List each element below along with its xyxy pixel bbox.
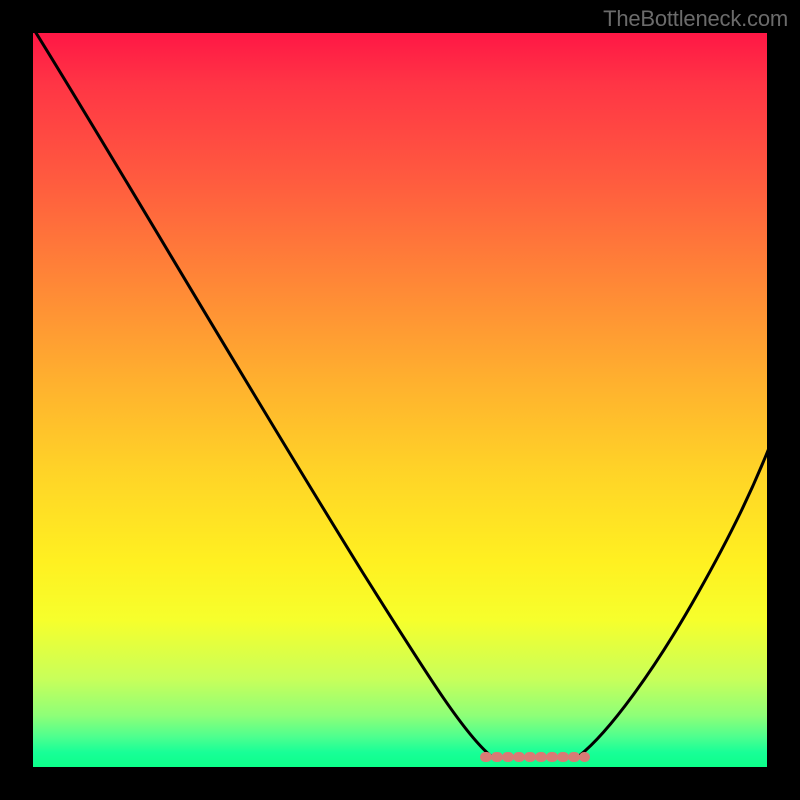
chart-plot-area: [33, 33, 767, 767]
bottleneck-curve-left: [33, 33, 491, 756]
chart-curve-svg: [33, 33, 767, 767]
bottleneck-curve-right: [579, 448, 767, 756]
watermark-text: TheBottleneck.com: [603, 6, 788, 32]
